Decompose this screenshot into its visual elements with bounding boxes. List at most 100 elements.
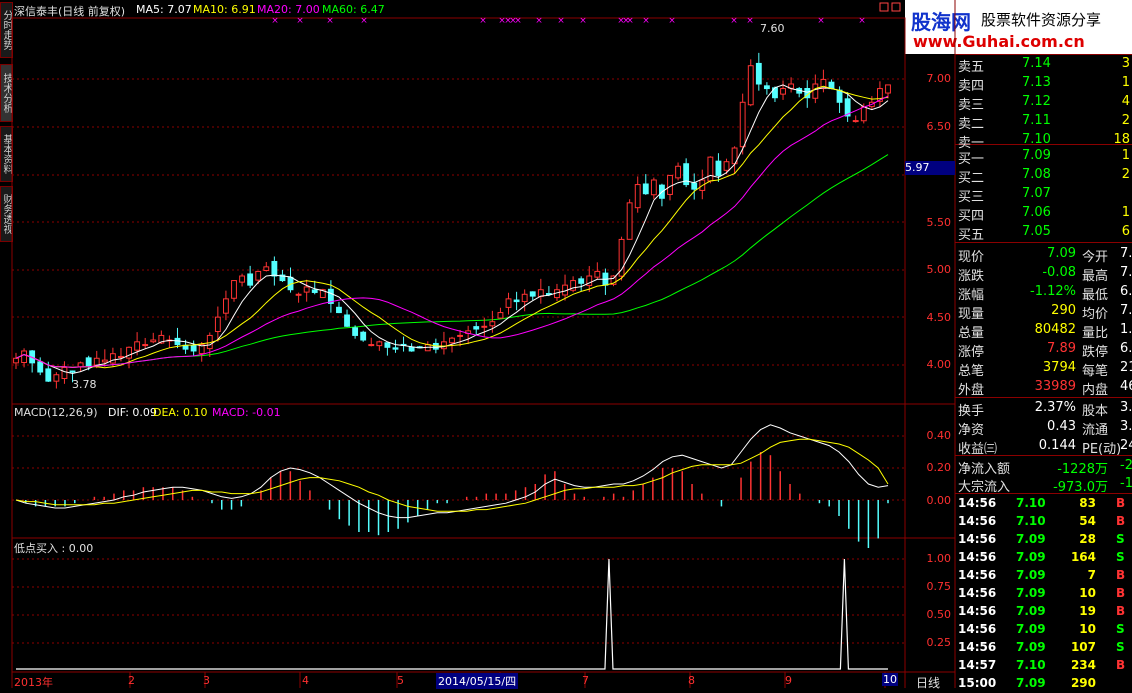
tick-time: 14:56	[958, 586, 997, 600]
candle-down	[691, 182, 698, 190]
bid-volume: 6	[1121, 224, 1130, 239]
candle-down	[763, 85, 770, 90]
fund-label: 净资	[958, 423, 985, 438]
ask-price: 7.11	[1022, 113, 1051, 128]
candle-down	[715, 160, 722, 176]
tick-row: 14:56 7.09 107 S	[958, 639, 1132, 657]
flow-row: 净流入额-1228万-22	[958, 457, 1132, 477]
candle-down	[37, 361, 44, 373]
candle-up	[441, 341, 447, 350]
flow-value-2: -17	[1120, 476, 1132, 491]
high-annotation: 7.60	[760, 22, 785, 35]
candle-down	[247, 273, 254, 286]
candle-up	[118, 355, 124, 359]
tick-price: 7.10	[1016, 496, 1046, 510]
bid-label: 买一	[958, 152, 985, 167]
tick-side: B	[1116, 658, 1126, 672]
stat-label: 现价	[958, 250, 985, 265]
stat-label: 总笔	[958, 364, 985, 379]
ask-label: 卖四	[958, 79, 985, 94]
maximize-button	[891, 2, 901, 12]
ask-row: 卖四 7.13 1	[958, 74, 1132, 94]
signal-label-075: 0.75	[926, 580, 952, 593]
candle-down	[408, 346, 415, 352]
candle-down	[352, 327, 359, 336]
tick-volume: 107	[1070, 640, 1096, 654]
candle-up	[634, 184, 641, 209]
macd-dea: DEA: 0.10	[153, 406, 208, 419]
tick-price: 7.10	[1016, 658, 1046, 672]
tick-time: 14:56	[958, 604, 997, 618]
bid-volume: 1	[1121, 148, 1130, 163]
candle-down	[344, 314, 350, 327]
candle-up	[150, 339, 157, 343]
date-label-4: 4	[302, 674, 309, 687]
bid-volume: 2	[1121, 167, 1130, 182]
date-label-5: 5	[397, 674, 404, 687]
stat-value-2: 6.	[1120, 284, 1132, 299]
tick-row: 14:57 7.10 234 B	[958, 657, 1132, 675]
price-label-400: 4.00	[926, 358, 952, 371]
ask-price: 7.10	[1022, 132, 1051, 147]
candle-up	[650, 179, 657, 196]
stat-label: 涨停	[958, 345, 985, 360]
candle-up	[747, 65, 754, 106]
tick-volume: 28	[1079, 532, 1096, 546]
macd-label-020: 0.20	[926, 461, 952, 474]
price-label-700: 7.00	[926, 72, 952, 85]
signal-x-marker: ×	[296, 16, 304, 26]
flow-row: 大宗流入 -973.0万 -17	[958, 475, 1132, 495]
candle-up	[134, 341, 141, 351]
candle-up	[860, 106, 867, 122]
stat-value: 290	[1051, 303, 1076, 318]
tick-side: B	[1116, 496, 1126, 510]
candle-up	[303, 286, 310, 293]
stat-value: 33989	[1034, 379, 1076, 394]
candle-up	[618, 238, 625, 277]
price-label-650: 6.50	[926, 120, 952, 133]
signal-x-marker: ×	[642, 16, 650, 26]
candle-down	[836, 89, 843, 103]
tick-row: 14:56 7.10 83 B	[958, 495, 1132, 513]
bid-row: 买二 7.08 2	[958, 166, 1132, 186]
candle-down	[271, 260, 278, 277]
signal-x-marker: ×	[626, 16, 634, 26]
candle-up	[142, 344, 149, 347]
tick-volume: 83	[1079, 496, 1096, 510]
macd-title: MACD(12,26,9)	[14, 406, 98, 419]
candle-up	[594, 270, 601, 278]
tick-row: 14:56 7.09 28 S	[958, 531, 1132, 549]
bid-price: 7.07	[1022, 186, 1051, 201]
period-label[interactable]: 日线	[916, 674, 940, 691]
stat-row: 涨停 7.89 跌停 6.	[958, 340, 1132, 360]
stat-label-2: 内盘	[1082, 383, 1109, 398]
candle-down	[311, 289, 318, 293]
candle-down	[473, 326, 480, 330]
fund-label-2: PE(动)	[1082, 442, 1122, 457]
candle-up	[214, 316, 221, 332]
price-label-500: 5.00	[926, 263, 952, 276]
tick-time: 14:56	[958, 532, 997, 546]
signal-x-marker: ×	[858, 16, 866, 26]
candle-up	[255, 270, 262, 281]
candle-up	[101, 359, 108, 363]
fund-value-2: 3.40	[1120, 419, 1132, 434]
candle-down	[336, 306, 342, 314]
date-label-2: 2	[128, 674, 135, 687]
tick-volume: 7	[1087, 568, 1096, 582]
stat-label: 总量	[958, 326, 985, 341]
tick-side: S	[1116, 550, 1125, 564]
tick-row: 14:56 7.09 19 B	[958, 603, 1132, 621]
stat-value: -0.08	[1042, 265, 1076, 280]
candle-up	[675, 165, 681, 179]
tick-time: 14:56	[958, 514, 997, 528]
bid-row: 买五 7.05 6	[958, 223, 1132, 243]
tick-price: 7.09	[1016, 640, 1046, 654]
candle-up	[21, 350, 27, 364]
candle-down	[190, 344, 197, 352]
candle-up	[505, 298, 512, 308]
candle-down	[513, 299, 520, 303]
stat-label: 涨跌	[958, 269, 985, 284]
signal-x-marker: ×	[479, 16, 487, 26]
fund-value: 2.37%	[1034, 400, 1076, 415]
